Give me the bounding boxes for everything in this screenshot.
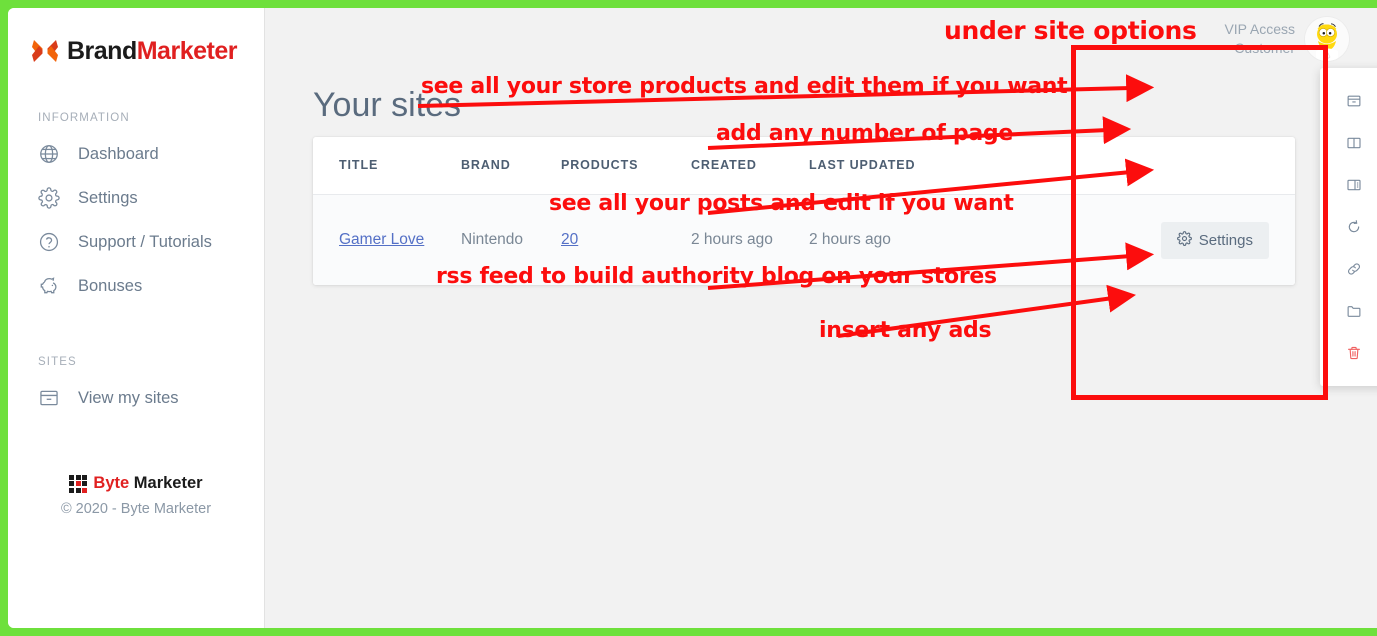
link-chain-icon	[1346, 261, 1364, 277]
copyright-text: © 2020 - Byte Marketer	[60, 501, 212, 517]
gear-icon	[1176, 230, 1192, 250]
question-circle-icon	[38, 231, 64, 253]
byte-logo-part2: Marketer	[133, 474, 203, 492]
column-header-title: TITLE	[339, 157, 379, 172]
nav-section-sites-label: SITES	[38, 356, 77, 368]
table-header-row: TITLE BRAND PRODUCTS CREATED LAST UPDATE…	[313, 137, 1295, 195]
x-cross-icon	[30, 36, 60, 66]
sidebar-item-support-tutorials[interactable]: Support / Tutorials	[8, 220, 264, 264]
sidebar-item-view-my-sites[interactable]: View my sites	[8, 376, 264, 420]
main-content: VIP Access Customer Your sites TITLE BRA…	[265, 8, 1377, 628]
sidebar-item-label: Bonuses	[78, 276, 143, 295]
screen-frame: BrandMarketer INFORMATION Dashboard Sett…	[0, 0, 1377, 636]
trash-icon	[1346, 345, 1364, 361]
byte-logo-part1: Byte	[93, 474, 130, 492]
cell-last-updated: 2 hours ago	[809, 230, 891, 248]
products-count-link[interactable]: 20	[561, 231, 578, 248]
cell-products: 20	[561, 230, 691, 251]
menu-item-posts[interactable]: POSTS	[1320, 164, 1377, 206]
nav-section-information-label: INFORMATION	[38, 112, 130, 124]
cell-title: Gamer Love	[339, 230, 461, 251]
sidebar-item-label: Settings	[78, 188, 138, 207]
table-row: Gamer Love Nintendo 20 2 hours ago 2 hou…	[313, 195, 1295, 285]
menu-item-pages[interactable]: PAGES	[1320, 122, 1377, 164]
cell-created: 2 hours ago	[691, 230, 773, 248]
brand-name-part2: Marketer	[136, 36, 238, 65]
sidebar-item-label: Support / Tutorials	[78, 232, 212, 251]
sites-table-card: TITLE BRAND PRODUCTS CREATED LAST UPDATE…	[313, 137, 1295, 285]
sidebar-item-dashboard[interactable]: Dashboard	[8, 132, 264, 176]
brand-wordmark: BrandMarketer	[67, 37, 237, 66]
gear-icon	[38, 187, 64, 209]
byte-marketer-logo: Byte Marketer	[8, 474, 264, 493]
cell-actions: Settings	[929, 221, 1269, 259]
site-title-link[interactable]: Gamer Love	[339, 231, 424, 248]
sidebar-item-bonuses[interactable]: Bonuses	[8, 264, 264, 308]
menu-item-content-swapping[interactable]: CONTENT SWAPPING	[1320, 206, 1377, 248]
page-title: Your sites	[313, 86, 462, 124]
column-header-last-updated: LAST UPDATED	[809, 157, 916, 172]
sidebar-item-label: View my sites	[78, 388, 179, 407]
folder-icon	[1346, 303, 1364, 319]
book-open-icon	[1346, 135, 1364, 151]
menu-item-ads-opt-ins[interactable]: ADS & OPT-INS	[1320, 290, 1377, 332]
piggy-bank-icon	[38, 275, 64, 297]
column-header-brand: BRAND	[461, 157, 511, 172]
sidebar-item-label: Dashboard	[78, 144, 159, 163]
archive-box-icon	[1346, 93, 1364, 109]
refresh-icon	[1346, 219, 1364, 235]
site-options-menu: PRODUCTS ON SITE PAGES	[1320, 68, 1377, 386]
avatar[interactable]	[1305, 17, 1349, 61]
brand-logo[interactable]: BrandMarketer	[8, 8, 264, 72]
globe-icon	[38, 143, 64, 165]
menu-item-delete[interactable]: DELETE	[1320, 332, 1377, 374]
menu-item-feeds[interactable]: FEEDS	[1320, 248, 1377, 290]
column-header-products: PRODUCTS	[561, 157, 639, 172]
brand-name-part1: Brand	[67, 36, 137, 65]
cell-brand: Nintendo	[461, 230, 524, 248]
column-header-created: CREATED	[691, 157, 757, 172]
sidebar-footer: Byte Marketer © 2020 - Byte Marketer	[8, 474, 264, 517]
archive-box-icon	[38, 387, 64, 409]
columns-layout-icon	[1346, 177, 1364, 193]
row-settings-label: Settings	[1198, 231, 1253, 249]
topbar: VIP Access Customer	[1195, 8, 1377, 70]
menu-item-products-on-site[interactable]: PRODUCTS ON SITE	[1320, 80, 1377, 122]
app-window: BrandMarketer INFORMATION Dashboard Sett…	[8, 8, 1377, 628]
sidebar: BrandMarketer INFORMATION Dashboard Sett…	[8, 8, 265, 628]
pixel-grid-icon	[69, 474, 88, 493]
row-settings-button[interactable]: Settings	[1160, 221, 1269, 259]
user-name-label: VIP Access Customer	[1224, 21, 1295, 56]
sidebar-item-settings[interactable]: Settings	[8, 176, 264, 220]
